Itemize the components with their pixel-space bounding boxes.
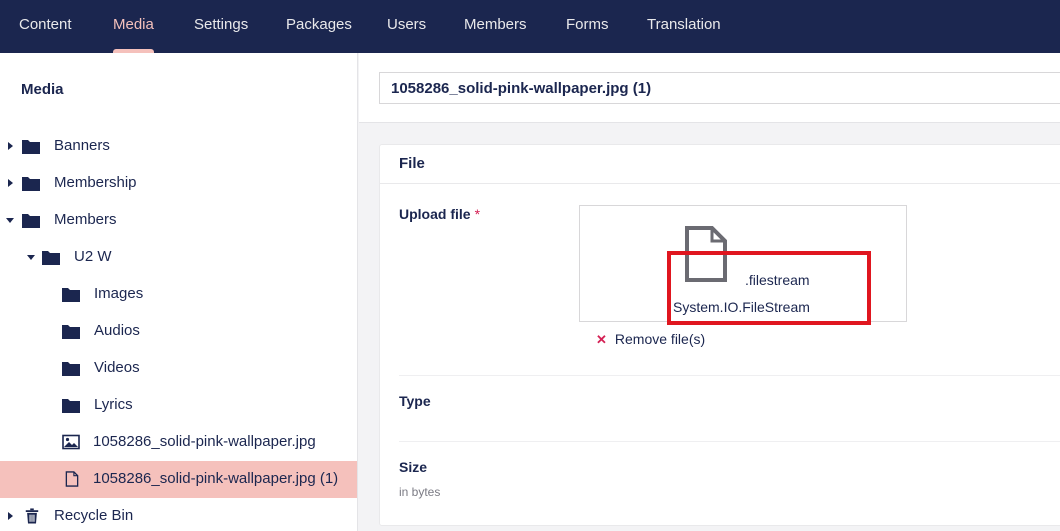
folder-icon [62, 288, 80, 302]
folder-icon [22, 214, 40, 228]
tree-item-label: Membership [54, 174, 137, 191]
tree-item-images[interactable]: Images [0, 276, 357, 313]
property-divider [399, 375, 1060, 376]
expand-caret-icon[interactable] [8, 179, 13, 187]
trash-icon [25, 508, 39, 524]
nav-media[interactable]: Media [113, 0, 154, 53]
expand-caret-icon[interactable] [8, 512, 13, 520]
annotation-highlight-box [667, 251, 871, 325]
tree-item-audios[interactable]: Audios [0, 313, 357, 350]
collapse-caret-icon[interactable] [6, 218, 14, 223]
tree-item-label: 1058286_solid-pink-wallpaper.jpg [93, 433, 316, 450]
size-label: Size [399, 459, 428, 475]
tree-item-label: Videos [94, 359, 140, 376]
tree-item-membership[interactable]: Membership [0, 165, 357, 202]
nav-members[interactable]: Members [464, 0, 527, 53]
close-icon: ✕ [596, 332, 607, 347]
tree-item-label: Recycle Bin [54, 507, 134, 524]
nav-media-label: Media [113, 16, 154, 33]
collapse-caret-icon[interactable] [27, 255, 35, 260]
property-divider [399, 441, 1060, 442]
nav-users[interactable]: Users [387, 0, 426, 53]
media-name-input[interactable] [379, 72, 1060, 104]
image-icon [62, 434, 80, 450]
editor-header [359, 53, 1060, 123]
tree-item-selected-file[interactable]: 1058286_solid-pink-wallpaper.jpg (1) [0, 461, 357, 498]
tree-item-label: 1058286_solid-pink-wallpaper.jpg (1) [93, 470, 339, 487]
folder-icon [62, 325, 80, 339]
upload-file-label-text: Upload file [399, 206, 471, 222]
folder-icon [62, 399, 80, 413]
tree-item-label: Audios [94, 322, 140, 339]
tree-item-label: Members [54, 211, 117, 228]
tree-item-label: Banners [54, 137, 110, 154]
tree-item-videos[interactable]: Videos [0, 350, 357, 387]
type-label: Type [399, 393, 431, 409]
media-tree-sidebar: Media Banners Membership Members U2 W Im… [0, 53, 358, 531]
tree-item-banners[interactable]: Banners [0, 128, 357, 165]
file-properties-panel: File Upload file * .filestream System.IO.… [379, 144, 1060, 526]
sidebar-title: Media [21, 81, 64, 98]
tree-item-label: U2 W [74, 248, 112, 265]
panel-header: File [380, 145, 1060, 184]
upload-file-label: Upload file * [399, 206, 480, 222]
expand-caret-icon[interactable] [8, 142, 13, 150]
nav-settings[interactable]: Settings [194, 0, 248, 53]
nav-forms[interactable]: Forms [566, 0, 609, 53]
size-description: in bytes [399, 485, 441, 499]
folder-icon [62, 362, 80, 376]
folder-icon [42, 251, 60, 265]
tree-item-image-file[interactable]: 1058286_solid-pink-wallpaper.jpg [0, 424, 357, 461]
remove-file-label: Remove file(s) [614, 331, 706, 347]
tree-item-lyrics[interactable]: Lyrics [0, 387, 357, 424]
required-indicator: * [474, 206, 481, 222]
tree-item-label: Images [94, 285, 144, 302]
folder-icon [22, 140, 40, 154]
nav-translation[interactable]: Translation [647, 0, 721, 53]
nav-packages[interactable]: Packages [286, 0, 352, 53]
tree-item-u2w[interactable]: U2 W [0, 239, 357, 276]
folder-icon [22, 177, 40, 191]
top-navigation: Content Media Settings Packages Users Me… [0, 0, 1060, 53]
tree-item-members[interactable]: Members [0, 202, 357, 239]
remove-file-button[interactable]: ✕ Remove file(s) [596, 331, 705, 348]
file-icon [65, 471, 79, 487]
panel-title: File [399, 155, 425, 172]
tree-item-recycle-bin[interactable]: Recycle Bin [0, 498, 357, 531]
nav-content[interactable]: Content [19, 0, 72, 53]
tree-item-label: Lyrics [94, 396, 133, 413]
